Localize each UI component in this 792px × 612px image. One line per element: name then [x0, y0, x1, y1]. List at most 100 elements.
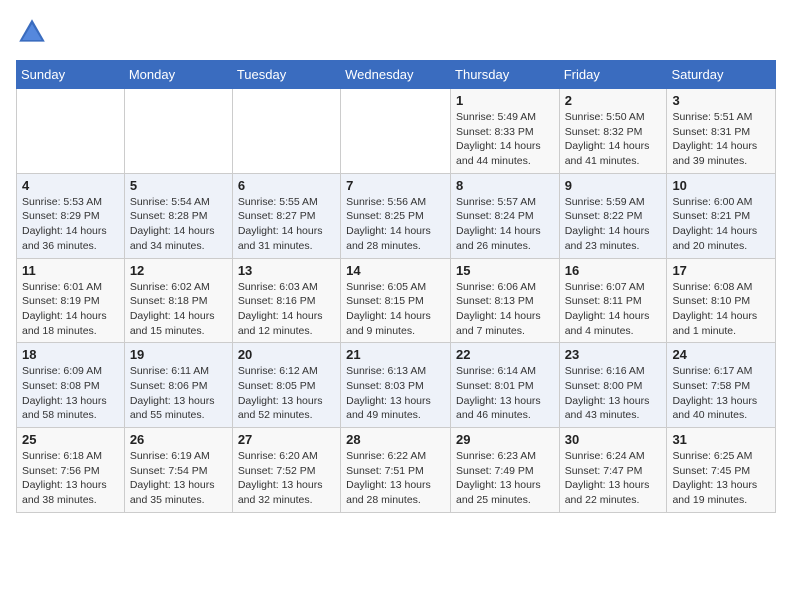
week-row-3: 11 Sunrise: 6:01 AMSunset: 8:19 PMDayligh…: [17, 258, 776, 343]
day-cell: 15 Sunrise: 6:06 AMSunset: 8:13 PMDayligh…: [451, 258, 560, 343]
day-cell: 12Sunrise: 6:02 AMSunset: 8:18 PMDayligh…: [124, 258, 232, 343]
day-cell: 28Sunrise: 6:22 AMSunset: 7:51 PMDayligh…: [341, 428, 451, 513]
day-detail: Sunrise: 6:19 AMSunset: 7:54 PMDaylight:…: [130, 449, 227, 508]
day-cell: 6 Sunrise: 5:55 AMSunset: 8:27 PMDaylight…: [232, 173, 340, 258]
day-detail: Sunrise: 6:09 AMSunset: 8:08 PMDaylight:…: [22, 364, 119, 423]
header-day-monday: Monday: [124, 61, 232, 89]
header-row: SundayMondayTuesdayWednesdayThursdayFrid…: [17, 61, 776, 89]
day-cell: 16 Sunrise: 6:07 AMSunset: 8:11 PMDayligh…: [559, 258, 667, 343]
day-cell: 25Sunrise: 6:18 AMSunset: 7:56 PMDayligh…: [17, 428, 125, 513]
day-detail: Sunrise: 5:56 AMSunset: 8:25 PMDaylight:…: [346, 195, 445, 254]
day-detail: Sunrise: 6:08 AMSunset: 8:10 PMDaylight:…: [672, 280, 770, 339]
calendar-body: 1 Sunrise: 5:49 AMSunset: 8:33 PMDaylight…: [17, 89, 776, 513]
day-detail: Sunrise: 5:49 AMSunset: 8:33 PMDaylight:…: [456, 110, 554, 169]
day-number: 4: [22, 178, 119, 193]
day-number: 15: [456, 263, 554, 278]
day-detail: Sunrise: 5:55 AMSunset: 8:27 PMDaylight:…: [238, 195, 335, 254]
day-detail: Sunrise: 5:51 AMSunset: 8:31 PMDaylight:…: [672, 110, 770, 169]
week-row-2: 4 Sunrise: 5:53 AMSunset: 8:29 PMDaylight…: [17, 173, 776, 258]
day-cell: 26 Sunrise: 6:19 AMSunset: 7:54 PMDayligh…: [124, 428, 232, 513]
header-day-saturday: Saturday: [667, 61, 776, 89]
week-row-5: 25Sunrise: 6:18 AMSunset: 7:56 PMDayligh…: [17, 428, 776, 513]
day-detail: Sunrise: 6:07 AMSunset: 8:11 PMDaylight:…: [565, 280, 662, 339]
calendar-header: SundayMondayTuesdayWednesdayThursdayFrid…: [17, 61, 776, 89]
header-day-thursday: Thursday: [451, 61, 560, 89]
day-cell: 23 Sunrise: 6:16 AMSunset: 8:00 PMDayligh…: [559, 343, 667, 428]
day-cell: 5 Sunrise: 5:54 AMSunset: 8:28 PMDaylight…: [124, 173, 232, 258]
day-detail: Sunrise: 6:11 AMSunset: 8:06 PMDaylight:…: [130, 364, 227, 423]
day-number: 25: [22, 432, 119, 447]
day-number: 1: [456, 93, 554, 108]
header-day-wednesday: Wednesday: [341, 61, 451, 89]
week-row-1: 1 Sunrise: 5:49 AMSunset: 8:33 PMDaylight…: [17, 89, 776, 174]
day-detail: Sunrise: 5:54 AMSunset: 8:28 PMDaylight:…: [130, 195, 227, 254]
day-number: 22: [456, 347, 554, 362]
day-number: 16: [565, 263, 662, 278]
day-cell: 10 Sunrise: 6:00 AMSunset: 8:21 PMDayligh…: [667, 173, 776, 258]
day-detail: Sunrise: 6:20 AMSunset: 7:52 PMDaylight:…: [238, 449, 335, 508]
day-detail: Sunrise: 6:25 AMSunset: 7:45 PMDaylight:…: [672, 449, 770, 508]
day-cell: 29Sunrise: 6:23 AMSunset: 7:49 PMDayligh…: [451, 428, 560, 513]
week-row-4: 18 Sunrise: 6:09 AMSunset: 8:08 PMDayligh…: [17, 343, 776, 428]
day-number: 23: [565, 347, 662, 362]
day-number: 17: [672, 263, 770, 278]
day-number: 29: [456, 432, 554, 447]
day-number: 13: [238, 263, 335, 278]
day-cell: [232, 89, 340, 174]
day-number: 2: [565, 93, 662, 108]
day-detail: Sunrise: 6:06 AMSunset: 8:13 PMDaylight:…: [456, 280, 554, 339]
day-detail: Sunrise: 5:57 AMSunset: 8:24 PMDaylight:…: [456, 195, 554, 254]
day-cell: 27 Sunrise: 6:20 AMSunset: 7:52 PMDayligh…: [232, 428, 340, 513]
day-detail: Sunrise: 6:16 AMSunset: 8:00 PMDaylight:…: [565, 364, 662, 423]
logo-icon: [16, 16, 48, 48]
day-number: 5: [130, 178, 227, 193]
day-detail: Sunrise: 6:01 AMSunset: 8:19 PMDaylight:…: [22, 280, 119, 339]
day-number: 11: [22, 263, 119, 278]
day-number: 19: [130, 347, 227, 362]
day-cell: 19 Sunrise: 6:11 AMSunset: 8:06 PMDayligh…: [124, 343, 232, 428]
day-cell: 3 Sunrise: 5:51 AMSunset: 8:31 PMDaylight…: [667, 89, 776, 174]
day-cell: 14 Sunrise: 6:05 AMSunset: 8:15 PMDayligh…: [341, 258, 451, 343]
day-detail: Sunrise: 6:14 AMSunset: 8:01 PMDaylight:…: [456, 364, 554, 423]
page-header: [16, 16, 776, 48]
day-cell: 9Sunrise: 5:59 AMSunset: 8:22 PMDaylight…: [559, 173, 667, 258]
day-detail: Sunrise: 6:17 AMSunset: 7:58 PMDaylight:…: [672, 364, 770, 423]
day-number: 26: [130, 432, 227, 447]
day-cell: [341, 89, 451, 174]
logo: [16, 16, 54, 48]
day-number: 3: [672, 93, 770, 108]
header-day-tuesday: Tuesday: [232, 61, 340, 89]
day-number: 18: [22, 347, 119, 362]
day-detail: Sunrise: 5:53 AMSunset: 8:29 PMDaylight:…: [22, 195, 119, 254]
day-number: 8: [456, 178, 554, 193]
day-cell: 30Sunrise: 6:24 AMSunset: 7:47 PMDayligh…: [559, 428, 667, 513]
header-day-sunday: Sunday: [17, 61, 125, 89]
day-detail: Sunrise: 6:12 AMSunset: 8:05 PMDaylight:…: [238, 364, 335, 423]
day-cell: 13Sunrise: 6:03 AMSunset: 8:16 PMDayligh…: [232, 258, 340, 343]
day-cell: [17, 89, 125, 174]
day-cell: 18 Sunrise: 6:09 AMSunset: 8:08 PMDayligh…: [17, 343, 125, 428]
day-cell: 17 Sunrise: 6:08 AMSunset: 8:10 PMDayligh…: [667, 258, 776, 343]
day-detail: Sunrise: 6:05 AMSunset: 8:15 PMDaylight:…: [346, 280, 445, 339]
day-detail: Sunrise: 6:00 AMSunset: 8:21 PMDaylight:…: [672, 195, 770, 254]
day-cell: 1 Sunrise: 5:49 AMSunset: 8:33 PMDaylight…: [451, 89, 560, 174]
day-detail: Sunrise: 6:13 AMSunset: 8:03 PMDaylight:…: [346, 364, 445, 423]
day-detail: Sunrise: 5:59 AMSunset: 8:22 PMDaylight:…: [565, 195, 662, 254]
day-number: 14: [346, 263, 445, 278]
day-number: 31: [672, 432, 770, 447]
day-number: 6: [238, 178, 335, 193]
day-number: 24: [672, 347, 770, 362]
day-number: 20: [238, 347, 335, 362]
day-cell: [124, 89, 232, 174]
day-number: 27: [238, 432, 335, 447]
day-cell: 8 Sunrise: 5:57 AMSunset: 8:24 PMDaylight…: [451, 173, 560, 258]
day-number: 28: [346, 432, 445, 447]
day-cell: 7 Sunrise: 5:56 AMSunset: 8:25 PMDaylight…: [341, 173, 451, 258]
day-number: 7: [346, 178, 445, 193]
day-detail: Sunrise: 6:02 AMSunset: 8:18 PMDaylight:…: [130, 280, 227, 339]
day-cell: 22 Sunrise: 6:14 AMSunset: 8:01 PMDayligh…: [451, 343, 560, 428]
day-number: 10: [672, 178, 770, 193]
day-cell: 4 Sunrise: 5:53 AMSunset: 8:29 PMDaylight…: [17, 173, 125, 258]
day-detail: Sunrise: 5:50 AMSunset: 8:32 PMDaylight:…: [565, 110, 662, 169]
calendar-table: SundayMondayTuesdayWednesdayThursdayFrid…: [16, 60, 776, 513]
